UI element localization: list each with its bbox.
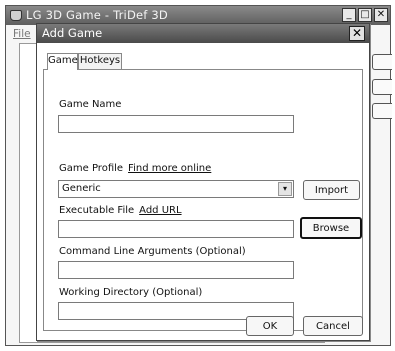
tab-game[interactable]: Game <box>47 53 78 70</box>
game-name-label: Game Name <box>59 99 122 110</box>
ok-button[interactable]: OK <box>246 316 294 336</box>
game-name-input[interactable] <box>58 115 294 133</box>
add-game-dialog: Add Game ✕ Game Hotkeys Game Name Game P… <box>36 23 370 341</box>
dialog-title: Add Game <box>42 26 103 40</box>
side-button-3[interactable] <box>372 103 392 119</box>
executable-row: Executable File Add URL <box>59 205 182 216</box>
side-button-1[interactable] <box>372 54 392 70</box>
app-close-button[interactable]: ✕ <box>374 8 388 22</box>
executable-file-input[interactable] <box>58 220 294 238</box>
import-button[interactable]: Import <box>303 180 360 200</box>
dropdown-arrow-icon[interactable]: ▾ <box>278 182 292 196</box>
game-profile-select[interactable]: Generic ▾ <box>58 180 294 198</box>
working-directory-label: Working Directory (Optional) <box>59 287 203 298</box>
side-button-2[interactable] <box>372 79 392 95</box>
app-3d-glasses-icon <box>10 10 22 21</box>
command-line-label: Command Line Arguments (Optional) <box>59 246 246 257</box>
menu-file-label: File <box>13 28 31 40</box>
game-profile-label: Game Profile <box>59 163 124 174</box>
maximize-button[interactable]: □ <box>358 8 372 22</box>
dialog-titlebar[interactable]: Add Game ✕ <box>37 24 369 43</box>
game-profile-row: Game Profile Find more online <box>59 163 211 174</box>
minimize-button[interactable]: _ <box>342 8 356 22</box>
app-title: LG 3D Game - TriDef 3D <box>26 8 168 22</box>
dialog-close-button[interactable]: ✕ <box>349 26 365 41</box>
add-url-link[interactable]: Add URL <box>139 205 181 216</box>
cancel-button[interactable]: Cancel <box>303 316 363 336</box>
executable-file-label: Executable File <box>59 205 135 216</box>
browse-button[interactable]: Browse <box>300 217 362 239</box>
game-profile-selected: Generic <box>62 183 101 194</box>
tab-hotkeys[interactable]: Hotkeys <box>78 53 122 69</box>
game-tab-panel: Game Name Game Profile Find more online G… <box>43 69 363 331</box>
find-more-online-link[interactable]: Find more online <box>128 163 211 174</box>
command-line-input[interactable] <box>58 261 294 279</box>
menu-file[interactable]: File <box>13 28 31 40</box>
